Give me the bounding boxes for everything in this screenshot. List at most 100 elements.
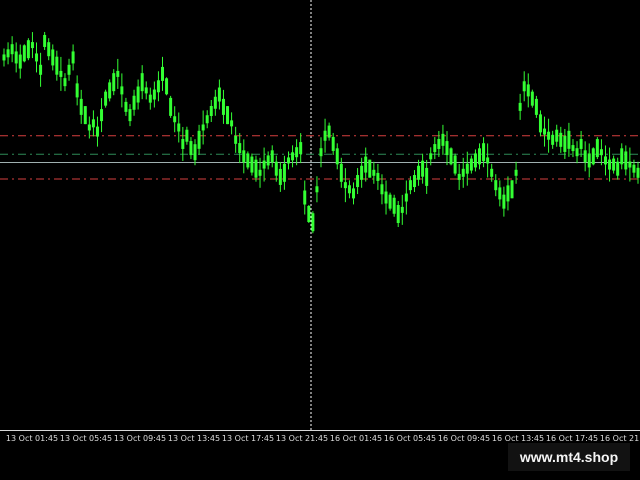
candle-body <box>608 159 612 170</box>
candle-body <box>87 124 91 131</box>
candle-body <box>571 145 575 152</box>
candle-body <box>286 157 290 164</box>
candle-body <box>6 49 10 58</box>
time-axis-tick-label: 13 Oct 01:45 <box>5 434 59 443</box>
candle-body <box>262 160 266 169</box>
candle-body <box>490 168 494 177</box>
candle-body <box>299 142 303 155</box>
candle-body <box>335 148 339 165</box>
candle-body <box>522 81 526 92</box>
candle-body <box>79 98 83 115</box>
candle-body <box>26 40 30 59</box>
candle-body <box>165 78 169 95</box>
candle-body <box>612 158 616 171</box>
candle-body <box>603 156 607 165</box>
candle-body <box>238 143 242 154</box>
candle-body <box>526 84 530 97</box>
candle-body <box>71 51 75 64</box>
candle-body <box>213 96 217 109</box>
candle-body <box>429 153 433 160</box>
candle-body <box>343 182 347 189</box>
watermark-badge: www.mt4.shop <box>508 443 630 471</box>
candle-body <box>510 180 514 199</box>
candle-body <box>380 184 384 195</box>
candle-body <box>547 131 551 140</box>
candle-body <box>67 64 71 75</box>
candle-body <box>181 138 185 149</box>
candle-body <box>14 51 18 64</box>
candle-body <box>587 153 591 168</box>
candle-body <box>18 54 22 69</box>
time-axis-tick-label: 13 Oct 21:45 <box>275 434 329 443</box>
candle-body <box>628 161 632 168</box>
candle-body <box>555 129 559 142</box>
candle-body <box>331 136 335 151</box>
time-axis-tick-label: 13 Oct 13:45 <box>167 434 221 443</box>
candle-body <box>132 95 136 110</box>
candle-body <box>595 139 599 158</box>
candle-body <box>303 190 307 205</box>
candle-body <box>91 119 95 128</box>
candle-body <box>209 106 213 116</box>
candle-body <box>543 128 547 135</box>
candle-body <box>30 42 34 49</box>
candle-body <box>55 56 59 75</box>
candle-body <box>311 213 315 232</box>
candle-body <box>63 78 67 87</box>
candle-body <box>230 120 234 127</box>
candle-body <box>412 175 416 188</box>
candle-body <box>352 188 356 199</box>
candle-body <box>242 150 246 163</box>
candle-body <box>51 49 55 66</box>
candle-body <box>221 98 225 115</box>
candle-body <box>514 169 518 176</box>
candle-body <box>323 130 327 141</box>
candle-body <box>100 109 104 122</box>
candle-body <box>404 193 408 202</box>
candle-body <box>108 82 112 99</box>
candle-body <box>465 163 469 174</box>
candle-body <box>494 180 498 191</box>
candle-body <box>469 158 473 171</box>
candle-body <box>59 70 63 77</box>
candle-body <box>266 155 270 166</box>
candle-body <box>599 149 603 156</box>
candle-body <box>408 180 412 191</box>
candle-body <box>396 205 400 223</box>
candle-body <box>425 167 429 186</box>
candle-body <box>364 156 368 173</box>
candle-body <box>486 157 490 164</box>
candle-body <box>22 45 26 62</box>
candle-body <box>201 124 205 131</box>
candle-body <box>518 102 522 111</box>
candle-body <box>583 150 587 163</box>
candle-body <box>449 148 453 165</box>
time-axis-tick-label: 16 Oct 13:45 <box>491 434 545 443</box>
candle-body <box>591 148 595 165</box>
candle-body <box>384 191 388 204</box>
time-axis-tick-label: 13 Oct 09:45 <box>113 434 167 443</box>
candle-body <box>534 98 538 115</box>
candle-body <box>620 148 624 165</box>
time-axis-tick-label: 16 Oct 21:45 <box>599 434 640 443</box>
candle-body <box>274 161 278 176</box>
candle-body <box>258 169 262 176</box>
candle-body <box>128 109 132 122</box>
candle-body <box>457 173 461 180</box>
candle-body <box>43 34 47 47</box>
time-axis-tick-label: 13 Oct 05:45 <box>59 434 113 443</box>
candle-body <box>319 148 323 157</box>
candle-body <box>205 115 209 124</box>
candle-body <box>437 138 441 149</box>
candle-body <box>270 150 274 163</box>
candle-body <box>392 197 396 214</box>
candle-body <box>624 151 628 170</box>
candle-body <box>2 54 6 61</box>
candle-body <box>441 133 445 146</box>
candlestick-chart[interactable] <box>0 0 640 430</box>
chart-window[interactable]: 13 Oct 01:45 13 Oct 05:45 13 Oct 09:45 13 O… <box>0 0 640 480</box>
price-chart-area[interactable] <box>0 0 640 431</box>
candle-body <box>506 185 510 202</box>
candle-body <box>291 152 295 161</box>
candle-body <box>372 169 376 176</box>
